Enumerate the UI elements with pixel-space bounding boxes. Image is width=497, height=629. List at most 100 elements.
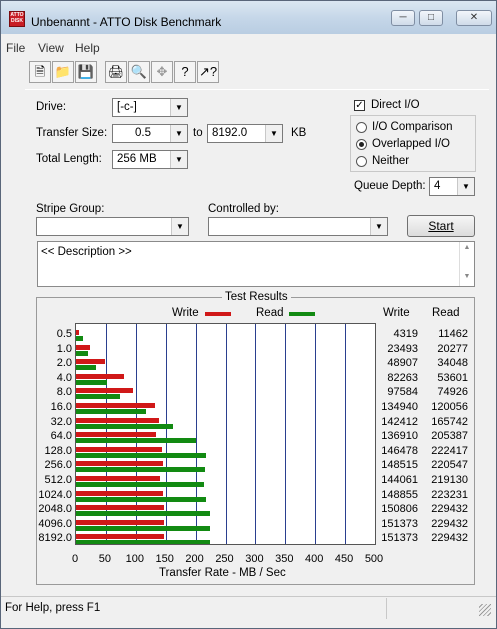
transfer-size-to-select[interactable]: 8192.0 ▼ xyxy=(207,124,283,143)
category-label: 128.0 xyxy=(44,444,72,457)
category-label: 512.0 xyxy=(44,474,72,486)
x-tick-label: 50 xyxy=(98,553,112,565)
neither-radio[interactable] xyxy=(356,156,367,167)
print-preview-button[interactable]: 🔍 xyxy=(128,61,150,83)
x-tick-label: 400 xyxy=(305,553,324,565)
stripe-group-label: Stripe Group: xyxy=(36,203,105,215)
read-bar xyxy=(76,511,210,517)
save-disk-icon: 💾 xyxy=(77,64,95,79)
write-value: 148515 xyxy=(381,459,418,472)
maximize-button[interactable]: □ xyxy=(419,10,443,26)
overlapped-io-radio[interactable] xyxy=(356,139,367,150)
menu-file[interactable]: File xyxy=(6,41,25,55)
write-value: 151373 xyxy=(381,517,418,530)
write-bar xyxy=(76,359,105,365)
minimize-icon: ─ xyxy=(399,12,407,23)
x-tick-label: 100 xyxy=(125,553,144,565)
close-button[interactable]: ✕ xyxy=(456,10,492,26)
drive-value: [-c-] xyxy=(117,101,137,113)
description-text: << Description >> xyxy=(41,246,132,258)
x-tick-label: 300 xyxy=(245,553,264,565)
about-button[interactable]: ? xyxy=(174,61,196,83)
x-tick-label: 150 xyxy=(155,553,174,565)
start-button[interactable]: Start xyxy=(407,215,475,237)
total-length-select[interactable]: 256 MB ▼ xyxy=(112,150,188,169)
drive-select[interactable]: [-c-] ▼ xyxy=(112,98,188,117)
neither-label: Neither xyxy=(372,155,410,167)
question-mark-icon: ? xyxy=(181,64,189,79)
move-button[interactable]: ✥ xyxy=(151,61,173,83)
read-value: 74926 xyxy=(437,386,468,399)
description-textarea[interactable]: << Description >> ▲ ▼ xyxy=(37,241,475,287)
legend-write-swatch xyxy=(205,312,231,316)
write-value: 23493 xyxy=(387,342,418,355)
read-bar xyxy=(76,525,210,531)
print-button[interactable]: 🖨 xyxy=(105,61,127,83)
save-button[interactable]: 💾 xyxy=(75,61,97,83)
app-window: ATTO DISK Unbenannt - ATTO Disk Benchmark… xyxy=(0,0,497,629)
read-value: 165742 xyxy=(431,415,468,428)
write-value: 150806 xyxy=(381,503,418,516)
chevron-down-icon: ▼ xyxy=(265,125,282,142)
x-axis-label: Transfer Rate - MB / Sec xyxy=(159,567,286,579)
stripe-group-select[interactable]: ▼ xyxy=(36,217,189,236)
new-file-icon: 🗎 xyxy=(34,64,46,79)
open-folder-icon: 📁 xyxy=(54,64,72,79)
title-bar[interactable]: ATTO DISK Unbenannt - ATTO Disk Benchmark… xyxy=(1,1,496,34)
to-label: to xyxy=(193,127,203,139)
direct-io-checkbox[interactable]: ✓ xyxy=(354,100,365,111)
total-length-value: 256 MB xyxy=(117,153,157,165)
gridline xyxy=(285,324,287,544)
minimize-button[interactable]: ─ xyxy=(391,10,415,26)
category-label: 8.0 xyxy=(56,386,72,399)
new-button[interactable]: 🗎 xyxy=(29,61,51,83)
queue-depth-select[interactable]: 4 ▼ xyxy=(429,177,475,196)
legend-read-label: Read xyxy=(256,307,284,319)
scroll-down-icon: ▼ xyxy=(463,273,471,280)
write-value: 144061 xyxy=(381,474,418,486)
read-value: 20277 xyxy=(437,342,468,355)
write-bar xyxy=(76,373,125,379)
move-cross-icon: ✥ xyxy=(156,64,168,79)
menu-view[interactable]: View xyxy=(38,41,64,55)
x-tick-label: 250 xyxy=(215,553,234,565)
write-bar xyxy=(76,534,165,540)
read-bar xyxy=(76,496,207,502)
resize-grip-icon[interactable] xyxy=(479,604,491,616)
context-help-button[interactable]: ↗? xyxy=(197,61,219,83)
io-comparison-radio[interactable] xyxy=(356,122,367,133)
test-results-title: Test Results xyxy=(222,291,291,303)
write-bar xyxy=(76,519,165,525)
chevron-down-icon: ▼ xyxy=(170,99,187,116)
category-label: 1.0 xyxy=(56,342,72,355)
transfer-size-to-value: 8192.0 xyxy=(212,127,248,139)
chevron-down-icon: ▼ xyxy=(170,125,187,142)
total-length-label: Total Length: xyxy=(36,153,102,165)
write-value: 136910 xyxy=(381,430,418,443)
read-bar xyxy=(76,365,96,371)
x-tick-label: 200 xyxy=(185,553,204,565)
transfer-size-from-select[interactable]: 0.5 ▼ xyxy=(112,124,188,143)
description-scrollbar[interactable]: ▲ ▼ xyxy=(459,242,474,286)
transfer-size-from-value: 0.5 xyxy=(135,127,151,139)
checkmark-icon: ✓ xyxy=(355,100,364,111)
category-label: 16.0 xyxy=(50,401,72,413)
read-bar xyxy=(76,423,173,429)
print-preview-icon: 🔍 xyxy=(130,64,148,79)
open-button[interactable]: 📁 xyxy=(52,61,74,83)
x-tick-label: 450 xyxy=(334,553,354,565)
x-tick-label: 500 xyxy=(364,553,384,565)
category-label: 0.5 xyxy=(56,328,72,340)
overlapped-io-label: Overlapped I/O xyxy=(372,138,450,150)
io-comparison-label: I/O Comparison xyxy=(372,121,453,133)
queue-depth-value: 4 xyxy=(434,180,441,192)
read-bar xyxy=(76,394,120,400)
write-bar xyxy=(76,505,165,511)
read-value: 34048 xyxy=(437,357,468,370)
read-bar xyxy=(76,438,196,444)
controlled-by-select[interactable]: ▼ xyxy=(208,217,388,236)
menu-help[interactable]: Help xyxy=(75,41,100,55)
write-bar xyxy=(76,388,133,394)
write-value: 97584 xyxy=(387,386,418,399)
category-label: 1024.0 xyxy=(38,488,72,501)
